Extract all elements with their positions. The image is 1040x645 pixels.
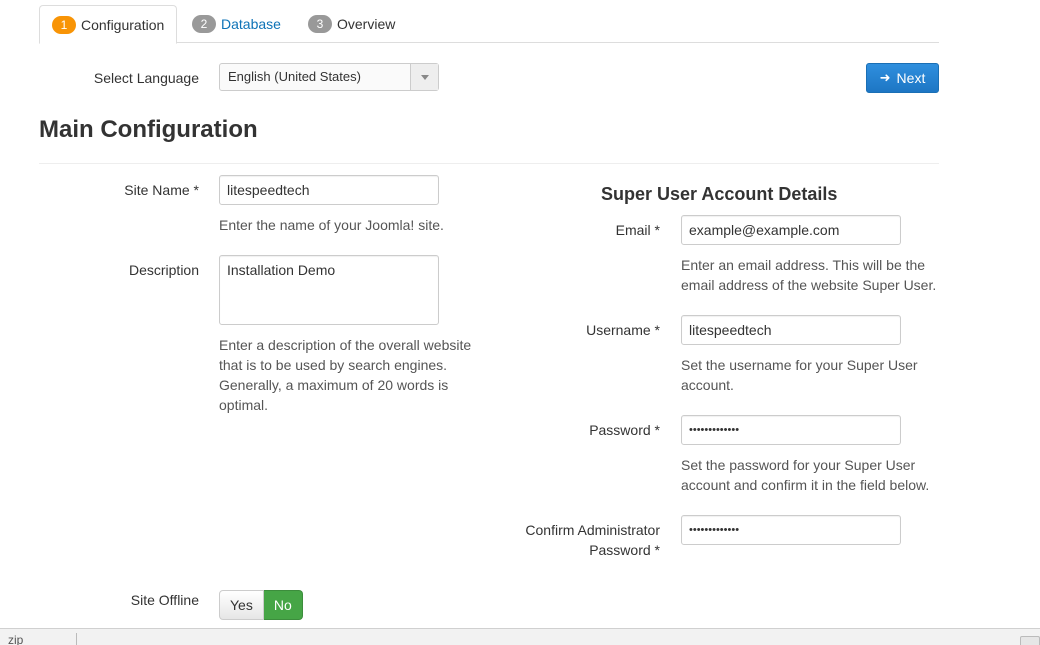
description-label: Description (128, 262, 199, 278)
tab-configuration[interactable]: 1 Configuration (39, 5, 178, 44)
step-badge-3: 3 (308, 15, 332, 33)
language-select[interactable]: English (United States) (219, 63, 439, 91)
username-label: Username * (586, 322, 660, 338)
language-select-value: English (United States) (228, 69, 361, 84)
tab-overview[interactable]: 3 Overview (296, 5, 407, 43)
page-title: Main Configuration (39, 116, 258, 143)
divider (39, 163, 939, 164)
step-tabs: 1 Configuration 2 Database 3 Overview (39, 5, 939, 44)
confirm-password-label-line: Confirm Administrator (525, 522, 660, 538)
description-value: Installation Demo (227, 262, 336, 278)
step-badge-2: 2 (192, 15, 216, 33)
site-name-input[interactable] (219, 175, 439, 205)
email-help: Enter an email address. This will be the… (681, 255, 981, 295)
email-label: Email * (615, 222, 660, 238)
password-label: Password * (589, 422, 660, 438)
password-help: Set the password for your Super User acc… (681, 455, 981, 495)
description-help-line: optimal. (219, 397, 269, 413)
tab-label-configuration: Configuration (81, 16, 165, 33)
super-user-section-title: Super User Account Details (601, 184, 838, 204)
download-bar-separator (76, 633, 77, 645)
site-offline-yes-button[interactable]: Yes (219, 590, 264, 620)
download-bar-button[interactable] (1020, 636, 1040, 645)
arrow-right-icon: ➜ (879, 70, 891, 85)
download-bar: zip (0, 628, 1040, 645)
confirm-password-label: Confirm Administrator Password * (480, 520, 660, 560)
tab-label-database[interactable]: Database (221, 16, 281, 32)
installer-page: 1 Configuration 2 Database 3 Overview Se… (0, 0, 1040, 645)
confirm-password-label-line: Password * (589, 542, 660, 558)
download-bar-text: zip (8, 633, 24, 645)
select-language-label: Select Language (93, 70, 199, 86)
password-field[interactable]: ••••••••••••• (681, 415, 901, 445)
step-badge-1: 1 (52, 15, 76, 34)
description-help-line: Enter a description of the overall websi… (219, 337, 472, 353)
tab-label-overview: Overview (337, 16, 396, 32)
email-field[interactable] (681, 215, 901, 245)
username-help: Set the username for your Super User acc… (681, 355, 981, 395)
description-help-line: that is to be used by search engines. (219, 357, 448, 373)
confirm-password-field[interactable]: ••••••••••••• (681, 515, 901, 545)
username-field[interactable] (681, 315, 901, 345)
username-help-line: Set the username for your Super User (681, 357, 918, 373)
password-help-line: Set the password for your Super User (681, 457, 916, 473)
password-help-line: account and confirm it in the field belo… (681, 477, 930, 493)
email-help-line: Enter an email address. This will be the (681, 257, 926, 273)
password-field-value: ••••••••••••• (689, 424, 740, 436)
site-name-label: Site Name * (124, 182, 199, 198)
description-help-line: Generally, a maximum of 20 words is (219, 377, 449, 393)
next-button[interactable]: ➜ Next (866, 63, 939, 93)
site-name-help: Enter the name of your Joomla! site. (219, 217, 444, 233)
email-help-line: email address of the website Super User. (681, 277, 937, 293)
description-textarea[interactable]: Installation Demo (219, 255, 439, 325)
username-help-line: account. (681, 377, 734, 393)
confirm-password-field-value: ••••••••••••• (689, 524, 740, 536)
tab-database[interactable]: 2 Database (180, 5, 293, 43)
site-offline-toggle: Yes No (219, 590, 303, 620)
site-offline-no-button[interactable]: No (263, 590, 303, 620)
site-offline-label: Site Offline (130, 592, 199, 608)
chevron-down-icon[interactable] (410, 64, 438, 90)
next-button-label: Next (896, 70, 926, 86)
description-help: Enter a description of the overall websi… (219, 335, 509, 415)
